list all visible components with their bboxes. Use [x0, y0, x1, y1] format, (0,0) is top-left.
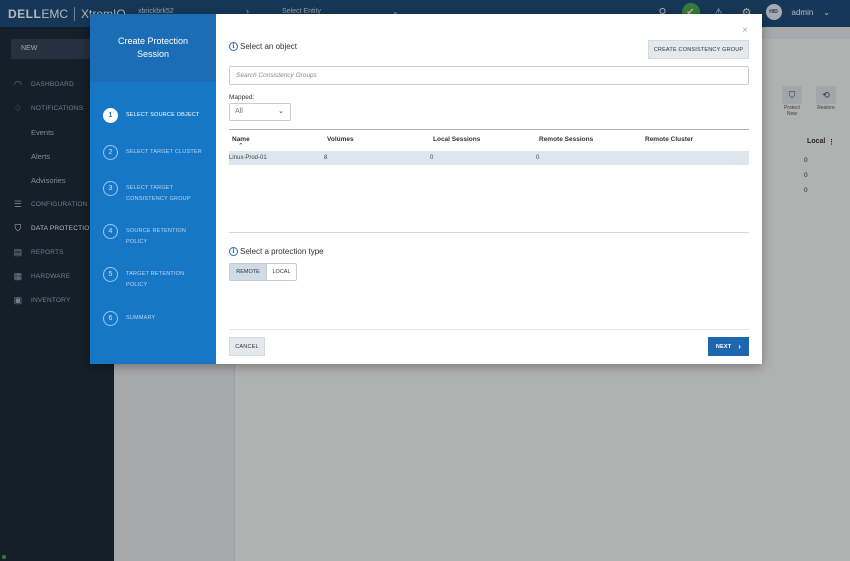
wizard-content: × i Select an object CREATE CONSISTENCY …	[216, 14, 762, 364]
step-number: 1	[103, 108, 118, 123]
mapped-value: All	[235, 108, 243, 115]
step-number: 3	[103, 181, 118, 196]
select-object-heading: i Select an object	[229, 42, 297, 51]
column-header-local-sessions[interactable]: Local Sessions	[433, 136, 480, 143]
wizard-step-source-retention-policy[interactable]: 4 SOURCE RETENTION POLICY	[103, 224, 206, 248]
chevron-right-icon: ›	[738, 342, 742, 351]
column-header-remote-cluster[interactable]: Remote Cluster	[645, 136, 693, 143]
step-label: SELECT SOURCE OBJECT	[126, 112, 200, 118]
wizard-step-select-source-object[interactable]: 1 SELECT SOURCE OBJECT	[103, 108, 206, 123]
step-label: SOURCE RETENTION POLICY	[126, 228, 187, 245]
section-title: Select an object	[240, 42, 297, 51]
protection-type-heading: i Select a protection type	[229, 247, 324, 256]
close-icon[interactable]: ×	[742, 25, 748, 36]
table-row[interactable]	[229, 151, 749, 165]
cell-local-sessions: 0	[430, 155, 434, 161]
cell-volumes: 8	[324, 155, 328, 161]
wizard-step-select-target-cluster[interactable]: 2 SELECT TARGET CLUSTER	[103, 145, 206, 160]
step-label: SELECT TARGET CLUSTER	[126, 149, 202, 155]
search-consistency-groups-input[interactable]: Search Consistency Groups	[229, 66, 749, 85]
next-label: NEXT	[715, 343, 732, 350]
step-number: 5	[103, 267, 118, 282]
mapped-label: Mapped:	[229, 94, 255, 101]
mapped-select[interactable]: All ⌄	[229, 103, 291, 121]
sort-ascending-icon[interactable]: ⌃	[238, 142, 244, 150]
cell-name: Linux-Prod-01	[229, 155, 267, 161]
cancel-button[interactable]: CANCEL	[229, 337, 265, 356]
protection-option-local[interactable]: LOCAL	[266, 264, 296, 280]
chevron-down-icon: ⌄	[278, 108, 284, 115]
create-protection-session-dialog: Create Protection Session 1 SELECT SOURC…	[90, 14, 762, 364]
step-number: 4	[103, 224, 118, 239]
info-icon[interactable]: i	[229, 247, 238, 256]
step-label: SELECT TARGET CONSISTENCY GROUP	[126, 185, 191, 202]
step-number: 2	[103, 145, 118, 160]
footer-divider	[229, 329, 749, 330]
cell-remote-sessions: 0	[536, 155, 540, 161]
wizard-steps-panel: Create Protection Session 1 SELECT SOURC…	[90, 14, 216, 364]
wizard-step-summary[interactable]: 6 SUMMARY	[103, 311, 206, 326]
step-label: SUMMARY	[126, 315, 156, 321]
next-button[interactable]: NEXT ›	[708, 337, 749, 356]
step-number: 6	[103, 311, 118, 326]
table-divider	[229, 129, 749, 130]
info-icon[interactable]: i	[229, 42, 238, 51]
table-divider	[229, 232, 749, 233]
protection-type-toggle: REMOTE LOCAL	[229, 263, 297, 281]
column-header-volumes[interactable]: Volumes	[327, 136, 354, 143]
column-header-remote-sessions[interactable]: Remote Sessions	[539, 136, 593, 143]
protection-option-remote[interactable]: REMOTE	[230, 264, 266, 280]
section-title: Select a protection type	[240, 247, 324, 256]
wizard-step-target-retention-policy[interactable]: 5 TARGET RETENTION POLICY	[103, 267, 206, 291]
wizard-step-select-target-consistency-group[interactable]: 3 SELECT TARGET CONSISTENCY GROUP	[103, 181, 206, 205]
wizard-title: Create Protection Session	[90, 14, 216, 82]
create-consistency-group-button[interactable]: CREATE CONSISTENCY GROUP	[648, 40, 749, 59]
step-label: TARGET RETENTION POLICY	[126, 271, 185, 288]
